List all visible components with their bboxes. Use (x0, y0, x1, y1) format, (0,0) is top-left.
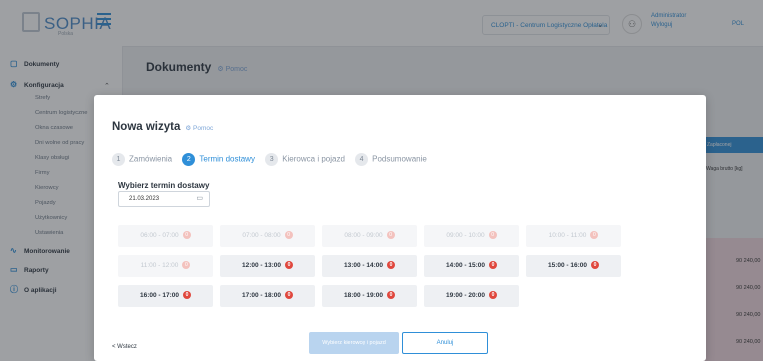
step-delivery-date[interactable]: 2 Termin dostawy (182, 153, 255, 166)
slot-count-badge: 0 (182, 231, 191, 240)
time-slot-label: 16:00 - 17:00 (139, 292, 180, 299)
time-slot-label: 06:00 - 07:00 (140, 232, 179, 239)
cancel-button[interactable]: Anuluj (402, 332, 488, 354)
slot-count-badge: 0 (182, 261, 191, 270)
time-slot-label: 08:00 - 09:00 (344, 232, 383, 239)
step-label: Termin dostawy (199, 154, 255, 164)
time-slot[interactable]: 14:00 - 15:00 0 (424, 255, 519, 277)
slot-count-badge: 0 (284, 231, 293, 240)
date-input[interactable]: 21.03.2023 ▭ (118, 191, 210, 207)
slot-count-badge: 0 (488, 231, 497, 240)
new-visit-modal: Nowa wizyta ⚙ Pomoc 1 Zamówienia 2 Termin d… (94, 95, 706, 361)
time-slot[interactable]: 12:00 - 13:00 0 (220, 255, 315, 277)
time-slot-label: 14:00 - 15:00 (445, 262, 486, 269)
time-slot[interactable]: 15:00 - 16:00 0 (526, 255, 621, 277)
time-slot-label: 10:00 - 11:00 (548, 232, 587, 239)
slot-count-badge: 0 (590, 231, 599, 240)
time-slot-label: 18:00 - 19:00 (343, 292, 384, 299)
step-number: 1 (112, 153, 125, 166)
slot-count-badge: 0 (387, 291, 396, 300)
slot-count-badge: 0 (387, 261, 396, 270)
step-label: Podsumowanie (372, 154, 427, 164)
time-slot[interactable]: 19:00 - 20:00 0 (424, 285, 519, 307)
time-slot: 09:00 - 10:00 0 (424, 225, 519, 247)
step-driver-vehicle[interactable]: 3 Kierowca i pojazd (265, 153, 345, 166)
time-slot-label: 12:00 - 13:00 (241, 262, 282, 269)
slot-count-badge: 0 (386, 231, 395, 240)
time-slot[interactable]: 16:00 - 17:00 0 (118, 285, 213, 307)
time-slot: 08:00 - 09:00 0 (322, 225, 417, 247)
step-number: 4 (355, 153, 369, 166)
modal-title-text: Nowa wizyta (112, 121, 181, 133)
step-label: Zamówienia (129, 154, 173, 164)
slot-count-badge: 0 (489, 261, 498, 270)
calendar-icon[interactable]: ▭ (196, 192, 203, 206)
time-slot-label: 15:00 - 16:00 (547, 262, 588, 269)
time-slot[interactable]: 17:00 - 18:00 0 (220, 285, 315, 307)
time-slot-label: 17:00 - 18:00 (241, 292, 282, 299)
help-gear-icon[interactable]: ⚙ Pomoc (185, 125, 213, 132)
next-step-button[interactable]: Wybierz kierowcę i pojazd (309, 332, 399, 354)
step-orders[interactable]: 1 Zamówienia (112, 153, 172, 166)
slot-count-badge: 0 (591, 261, 600, 270)
step-number: 3 (265, 153, 279, 166)
date-input-value: 21.03.2023 (129, 196, 160, 202)
wizard-stepper: 1 Zamówienia 2 Termin dostawy 3 Kierowca i … (112, 153, 435, 169)
time-slot[interactable]: 18:00 - 19:00 0 (322, 285, 417, 307)
help-label: Pomoc (193, 125, 214, 132)
time-slot: 06:00 - 07:00 0 (118, 225, 213, 247)
time-slot: 10:00 - 11:00 0 (526, 225, 621, 247)
slot-count-badge: 0 (489, 291, 498, 300)
time-slot-label: 19:00 - 20:00 (445, 292, 486, 299)
step-label: Kierowca i pojazd (282, 154, 345, 164)
modal-title: Nowa wizyta ⚙ Pomoc (112, 121, 213, 133)
time-slot[interactable]: 13:00 - 14:00 0 (322, 255, 417, 277)
date-field-label: Wybierz termin dostawy (118, 181, 210, 190)
time-slot-label: 07:00 - 08:00 (242, 232, 281, 239)
time-slot-label: 11:00 - 12:00 (140, 262, 179, 269)
time-slot: 11:00 - 12:00 0 (118, 255, 213, 277)
step-number: 2 (182, 153, 196, 166)
back-link[interactable]: < Wstecz (112, 344, 137, 350)
slot-count-badge: 0 (285, 291, 294, 300)
slot-count-badge: 0 (183, 291, 192, 300)
time-slot-label: 09:00 - 10:00 (446, 232, 485, 239)
slot-count-badge: 0 (285, 261, 294, 270)
time-slot: 07:00 - 08:00 0 (220, 225, 315, 247)
time-slot-label: 13:00 - 14:00 (343, 262, 384, 269)
step-summary[interactable]: 4 Podsumowanie (355, 153, 427, 166)
